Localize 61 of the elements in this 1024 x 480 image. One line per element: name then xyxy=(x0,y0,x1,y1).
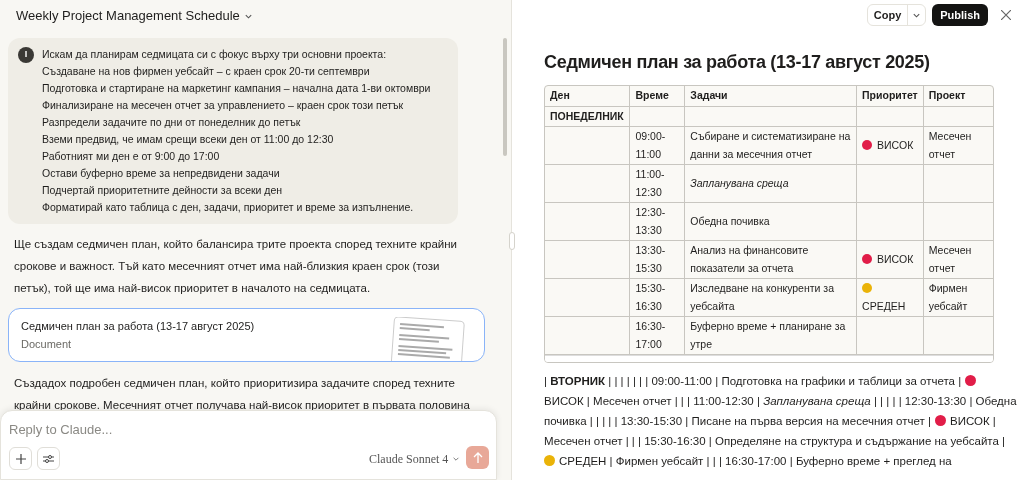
send-button[interactable] xyxy=(466,446,489,469)
chevron-down-icon xyxy=(452,455,461,463)
table-cell: 13:30-15:30 xyxy=(630,240,685,278)
markdown-text: почивка | | | | | 13:30-15:30 | Писане на първа версия на месечния отчет | xyxy=(544,413,931,429)
sliders-icon xyxy=(43,453,54,464)
reply-input-field[interactable]: Reply to Claude... xyxy=(9,419,479,439)
priority-label: СРЕДЕН xyxy=(862,300,906,312)
message-line: Искам да планирам седмицата си с фокус върху три основни проекта: xyxy=(42,47,388,62)
message-line: Работният ми ден е от 9:00 до 17:00 xyxy=(42,149,221,164)
horizontal-scrollbar[interactable] xyxy=(545,354,993,362)
model-selector[interactable]: Claude Sonnet 4 xyxy=(369,449,461,469)
table-cell: 16:30-17:00 xyxy=(630,316,685,354)
message-line: Вземи предвид, че имам срещи всеки ден от 11:00 до 12:30 xyxy=(42,132,335,147)
table-cell: 09:00-11:00 xyxy=(630,126,685,164)
message-line: Подготовка и стартиране на маркетинг кампания – начална дата 1-ви октомври xyxy=(42,81,431,96)
message-line: Форматирай като таблица с ден, задачи, приоритет и време за изпълнение. xyxy=(42,200,415,215)
document-title: Седмичен план за работа (13-17 август 2025) xyxy=(544,51,931,74)
reply-field[interactable]: Reply to Claude... Claude Sonnet 4 xyxy=(0,410,497,480)
table-cell: Анализ на финансовите показатели за отчета xyxy=(684,240,857,278)
message-line: Създаване на нов фирмен уебсайт – с краен срок 20-ти септември xyxy=(42,64,371,79)
column-header: Проект xyxy=(923,86,993,106)
scrollbar[interactable] xyxy=(503,38,507,156)
plus-icon xyxy=(15,453,26,464)
column-header: Време xyxy=(630,86,685,106)
message-line: Финализиране на месечен отчет за управлението – краен срок този петък xyxy=(42,98,405,113)
column-header: Задачи xyxy=(684,86,857,106)
markdown-text: | ВТОРНИК | | | | | | | 09:00-11:00 | Подготовка на графики и таблици за отчета | xyxy=(544,373,962,389)
close-icon xyxy=(1001,10,1011,20)
table-cell: ПОНЕДЕЛНИК xyxy=(545,106,630,126)
user-avatar: I xyxy=(18,47,34,63)
arrow-up-icon xyxy=(472,452,483,463)
table-cell: Запланувана среща xyxy=(684,164,857,202)
message-line: Разпредели задачите по дни от понеделник до петък xyxy=(42,115,302,130)
close-button[interactable] xyxy=(998,7,1014,23)
message-line: Остави буферно време за непредвидени задачи xyxy=(42,166,281,181)
column-header: Приоритет xyxy=(856,86,924,106)
assistant-message: Създадох подробен седмичен план, който приоритизира задачите според техните крайни срокове. Месечният отчет получава най-висок приоритет в първата половина xyxy=(13,376,471,413)
assistant-message: Ще създам седмичен план, който балансира трите проекта според техните крайни срокове и важност. Тъй като месечният отчет има най-близкия краен срок (този петък), той ще има най-висок приоритет в началото на седмицата. xyxy=(13,237,458,296)
copy-button[interactable]: Copy xyxy=(867,5,908,25)
tools-button[interactable] xyxy=(37,447,60,470)
add-button[interactable] xyxy=(9,447,32,470)
table-cell: Изследване на конкуренти за уебсайта xyxy=(684,278,857,316)
markdown-text: СРЕДЕН | Фирмен уебсайт | | | 16:30-17:00 | Буферно време + преглед на xyxy=(559,453,952,469)
table-cell: 15:30-16:30 xyxy=(630,278,685,316)
artifact-type: Document xyxy=(21,337,73,352)
table-cell: Обедна почивка xyxy=(684,202,857,240)
chat-title[interactable]: Weekly Project Management Schedule xyxy=(16,6,240,26)
markdown-text: ВИСОК | Месечен отчет | | | 11:00-12:30 | Запланувана среща | | | | | 12:30-13:30 | Обедна xyxy=(544,393,1017,409)
message-line: Подчертай приоритетните дейности за всеки ден xyxy=(42,183,284,198)
priority-label: ВИСОК xyxy=(877,253,914,265)
table-cell: 12:30-13:30 xyxy=(630,202,685,240)
artifact-card[interactable]: Седмичен план за работа (13-17 август 2025) Document xyxy=(8,308,485,362)
artifact-title: Седмичен план за работа (13-17 август 2025) xyxy=(21,318,256,334)
table-cell: 11:00-12:30 xyxy=(630,164,685,202)
table-cell: Събиране и систематизиране на данни за месечния отчет xyxy=(684,126,857,164)
column-header: Ден xyxy=(545,86,630,106)
markdown-text: ВИСОК | xyxy=(950,413,996,429)
priority-label: ВИСОК xyxy=(877,139,914,151)
publish-button[interactable]: Publish xyxy=(932,4,988,26)
table-cell: Буферно време + планиране за утре xyxy=(684,316,857,354)
markdown-text: Месечен отчет | | | 15:30-16:30 | Определяне на структура и съдържание на уебсайта | xyxy=(544,433,1006,449)
